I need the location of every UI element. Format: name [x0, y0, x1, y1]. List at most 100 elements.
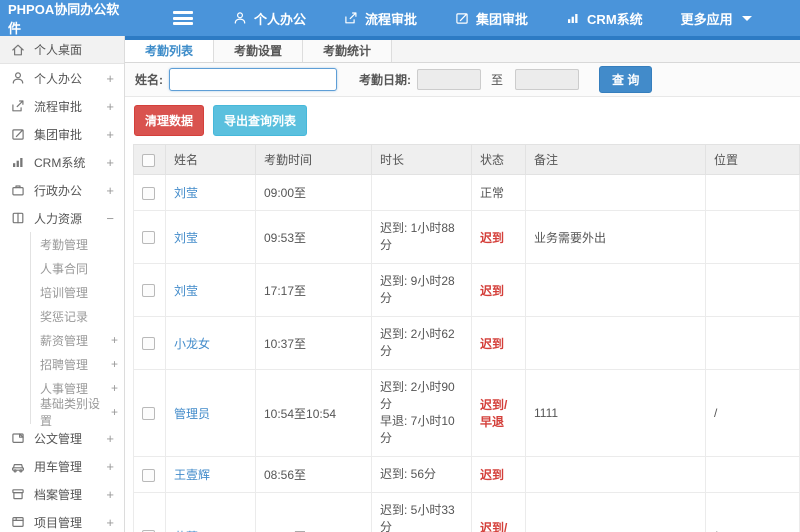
edit-icon — [11, 127, 25, 141]
table-body: 刘莹 09:00至 正常 刘莹 09:53至 迟到: 1小时88分 迟到 业务需要外出 刘莹 17… — [133, 174, 800, 532]
row-checkbox-cell — [133, 316, 166, 370]
row-checkbox[interactable] — [142, 407, 155, 421]
name-cell: 黄蓉 — [165, 492, 256, 532]
topnav-label: 个人办公 — [254, 11, 307, 27]
location-cell: / — [705, 492, 800, 532]
duration-cell: 迟到: 1小时88分 — [371, 210, 472, 264]
expand-sign-icon: + — [110, 405, 118, 419]
sidebar-subitem-salary-management[interactable]: 薪资管理 + — [31, 328, 124, 352]
status-cell: 迟到 — [471, 456, 526, 493]
tab-attendance-statistics[interactable]: 考勤统计 — [303, 40, 393, 62]
main-content: 考勤列表 考勤设置 考勤统计 姓名: 考勤日期: 至 查 询 清理数据 导出查询… — [125, 36, 800, 532]
employee-name-link[interactable]: 刘莹 — [174, 284, 198, 298]
sidebar-item-label: 集团审批 — [34, 127, 83, 142]
row-checkbox[interactable] — [142, 231, 155, 245]
sidebar-item-personal-desktop[interactable]: 个人桌面 — [0, 36, 124, 64]
sidebar-item-project-management[interactable]: 项目管理 + — [0, 508, 124, 532]
name-cell: 管理员 — [165, 369, 256, 457]
attendance-table-wrap: 姓名 考勤时间 时长 状态 备注 位置 刘莹 09:00至 正常 刘莹 09:53至 迟到: 1小时… — [133, 144, 800, 532]
table-row: 黄蓉13:20至13:20迟到: 5小时33分早退: 4小时67分迟到/早退 / — [133, 492, 800, 532]
topnav-item-group-approval[interactable]: 集团审批 — [441, 0, 542, 36]
row-checkbox[interactable] — [142, 337, 155, 351]
remark-cell — [525, 316, 706, 370]
employee-name-link[interactable]: 刘莹 — [174, 186, 198, 200]
export-list-button[interactable]: 导出查询列表 — [213, 105, 308, 136]
row-checkbox-cell — [133, 263, 166, 317]
table-actions-bar: 清理数据 导出查询列表 — [125, 97, 800, 144]
clean-data-button[interactable]: 清理数据 — [134, 105, 205, 136]
tab-attendance-settings[interactable]: 考勤设置 — [214, 40, 304, 62]
sidebar-item-crm-system[interactable]: CRM系统 + — [0, 148, 124, 176]
caret-down-icon — [741, 15, 752, 21]
time-cell: 17:17至 — [255, 263, 372, 317]
row-checkbox[interactable] — [142, 186, 155, 200]
time-cell: 10:37至 — [255, 316, 372, 370]
status-cell: 迟到/早退 — [471, 492, 526, 532]
attendance-table: 姓名 考勤时间 时长 状态 备注 位置 刘莹 09:00至 正常 刘莹 09:53至 迟到: 1小时… — [133, 144, 800, 532]
topnav-item-personal-office[interactable]: 个人办公 — [219, 0, 320, 36]
topnav-item-more-apps[interactable]: 更多应用 — [667, 0, 766, 36]
row-checkbox-cell — [133, 492, 166, 532]
date-from-input[interactable] — [417, 69, 481, 90]
sidebar-item-personal-office[interactable]: 个人办公 + — [0, 64, 124, 92]
topnav-label: 集团审批 — [476, 11, 529, 27]
topnav-item-process-approval[interactable]: 流程审批 — [330, 0, 431, 36]
employee-name-link[interactable]: 小龙女 — [174, 337, 210, 351]
duration-cell: 迟到: 56分 — [371, 456, 472, 493]
sidebar-item-archive-management[interactable]: 档案管理 + — [0, 480, 124, 508]
sidebar-item-group-approval[interactable]: 集团审批 + — [0, 120, 124, 148]
location-cell — [705, 174, 800, 211]
flow-icon — [344, 11, 358, 25]
status-badge: 迟到 — [480, 468, 505, 482]
menu-toggle-icon[interactable] — [173, 11, 193, 25]
search-button[interactable]: 查 询 — [599, 66, 653, 93]
duration-line: 迟到: 5小时33分 — [380, 503, 455, 532]
sidebar-subitem-hr-contract[interactable]: 人事合同 — [31, 256, 124, 280]
status-cell: 迟到/早退 — [471, 369, 526, 457]
employee-name-link[interactable]: 管理员 — [174, 407, 210, 421]
sidebar-subitem-attendance-management[interactable]: 考勤管理 — [31, 232, 124, 256]
select-all-checkbox[interactable] — [142, 153, 155, 167]
remark-cell — [525, 174, 706, 211]
column-header: 考勤时间 — [255, 144, 372, 175]
tab-attendance-list[interactable]: 考勤列表 — [125, 40, 215, 62]
table-row: 刘莹 09:53至 迟到: 1小时88分 迟到 业务需要外出 — [133, 210, 800, 264]
sidebar-item-process-approval[interactable]: 流程审批 + — [0, 92, 124, 120]
name-cell: 刘莹 — [165, 174, 256, 211]
column-header: 位置 — [705, 144, 800, 175]
sidebar-subitem-base-category-settings[interactable]: 基础类别设置 + — [31, 397, 124, 428]
table-row: 管理员 10:54至10:54 迟到: 2小时90分 早退: 7小时10分 迟到/早退 1… — [133, 369, 800, 457]
expand-sign-icon: + — [106, 458, 114, 474]
employee-name-link[interactable]: 刘莹 — [174, 231, 198, 245]
time-cell: 08:56至 — [255, 456, 372, 493]
row-checkbox[interactable] — [142, 468, 155, 482]
date-to-input[interactable] — [515, 69, 580, 90]
sidebar-item-admin-office[interactable]: 行政办公 + — [0, 176, 124, 204]
sidebar-item-vehicle-management[interactable]: 用车管理 + — [0, 452, 124, 480]
row-checkbox[interactable] — [142, 284, 155, 298]
sidebar: 个人桌面 个人办公 + 流程审批 + 集团审批 + CRM系统 + 行政办公 + 人力资源 − 考勤管理人… — [0, 36, 125, 532]
chart-icon — [566, 11, 580, 25]
sidebar-item-label: 公文管理 — [34, 431, 83, 446]
sidebar-subitem-training-management[interactable]: 培训管理 — [31, 280, 124, 304]
expand-sign-icon: − — [106, 210, 114, 226]
expand-sign-icon: + — [106, 98, 114, 114]
sidebar-subitem-reward-punishment[interactable]: 奖惩记录 — [31, 304, 124, 328]
top-navbar: PHPOA协同办公软件 个人办公 流程审批 集团审批 CRM系统 更多应用 — [0, 0, 800, 36]
location-cell — [705, 210, 800, 264]
table-row: 王壹辉 08:56至 迟到: 56分 迟到 — [133, 456, 800, 493]
row-checkbox-cell — [133, 369, 166, 457]
expand-sign-icon: + — [106, 126, 114, 142]
expand-sign-icon: + — [110, 381, 118, 395]
topnav-item-crm-system[interactable]: CRM系统 — [552, 0, 657, 36]
sidebar-item-label: 个人办公 — [34, 71, 83, 86]
name-search-input[interactable] — [169, 68, 337, 91]
remark-cell — [525, 492, 706, 532]
employee-name-link[interactable]: 王壹辉 — [174, 468, 210, 482]
sidebar-subitem-recruit-management[interactable]: 招聘管理 + — [31, 352, 124, 376]
time-cell: 09:00至 — [255, 174, 372, 211]
duration-line: 迟到: 1小时88分 — [380, 221, 455, 252]
sidebar-item-human-resources[interactable]: 人力资源 − — [0, 204, 124, 232]
time-cell: 13:20至13:20 — [255, 492, 372, 532]
status-badge: 迟到 — [480, 336, 505, 351]
